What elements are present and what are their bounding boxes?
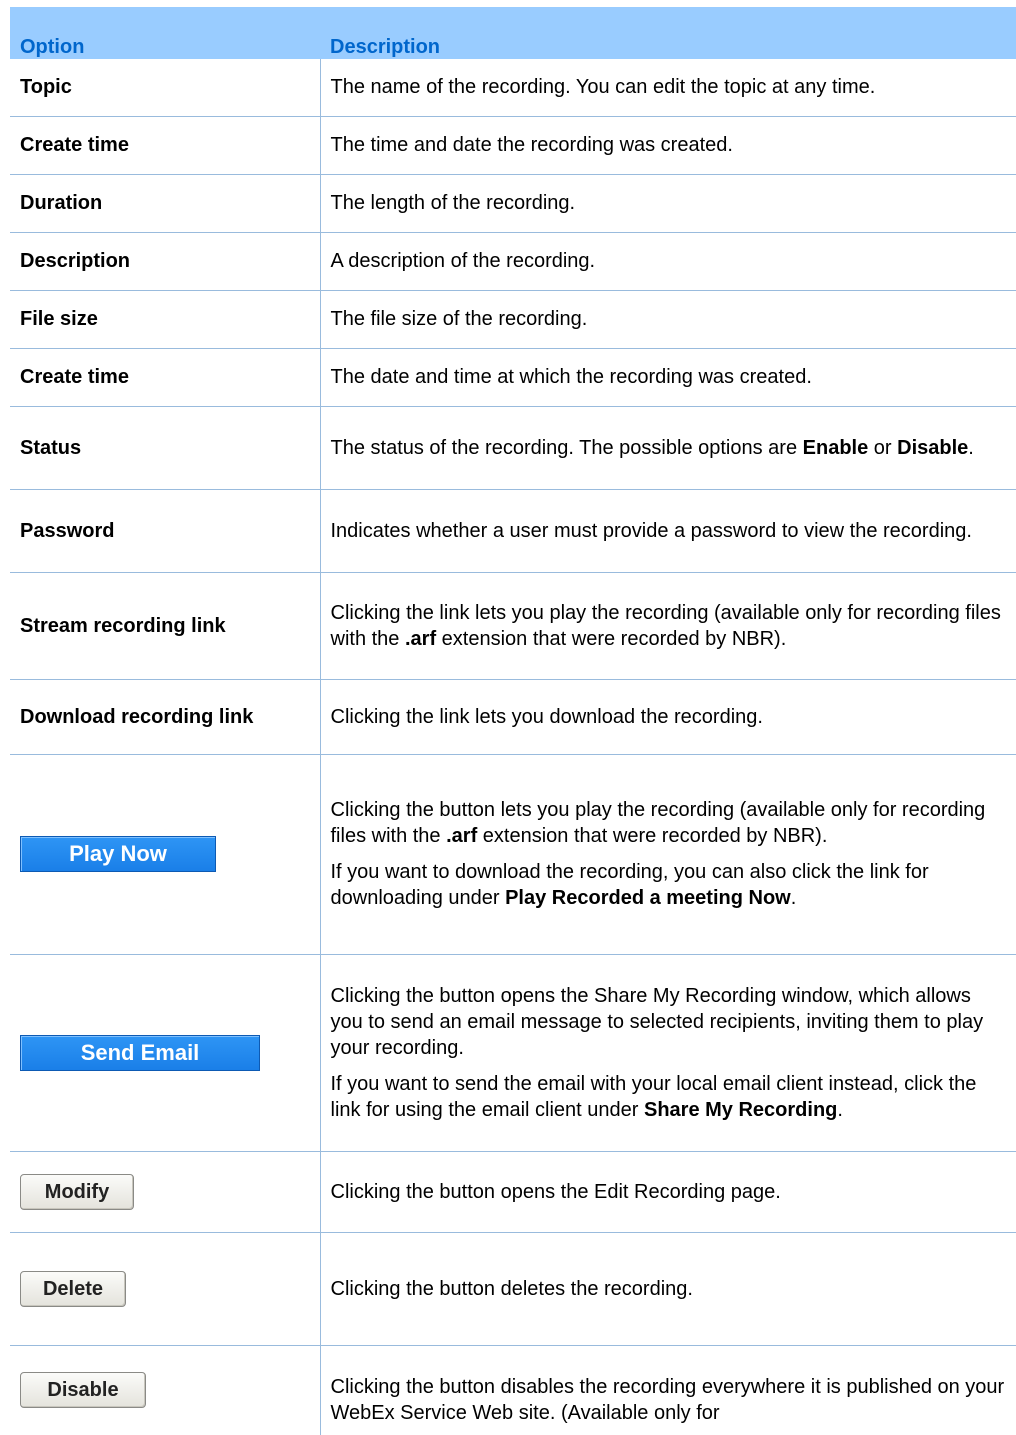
table-row: Disable Clicking the button disables the… xyxy=(10,1345,1016,1435)
desc-bold-link: Play Recorded a meeting Now xyxy=(505,887,791,909)
desc-text: . xyxy=(790,887,797,909)
table-row: Send Email Clicking the button opens the… xyxy=(10,954,1016,1152)
description-cell: The file size of the recording. xyxy=(320,290,1016,349)
table-row: Delete Clicking the button deletes the r… xyxy=(10,1232,1016,1346)
header-description: Description xyxy=(320,7,1016,59)
option-create-time-2: Create time xyxy=(10,348,321,407)
option-stream-recording-link: Stream recording link xyxy=(10,572,321,680)
description-cell: Clicking the button disables the recordi… xyxy=(330,1375,1005,1424)
table-row: Duration The length of the recording. xyxy=(10,174,1016,233)
table-row: Modify Clicking the button opens the Edi… xyxy=(10,1151,1016,1233)
option-file-size: File size xyxy=(10,290,321,349)
desc-text: extension that were recorded by NBR). xyxy=(436,627,787,650)
description-cell: Indicates whether a user must provide a … xyxy=(320,489,1016,573)
description-cell: Clicking the button opens the Edit Recor… xyxy=(320,1151,1016,1233)
description-cell: Clicking the button deletes the recordin… xyxy=(320,1232,1016,1346)
table-row: Description A description of the recordi… xyxy=(10,232,1016,291)
description-cell: Clicking the link lets you play the reco… xyxy=(320,572,1016,680)
option-disable: Disable xyxy=(10,1345,321,1435)
table-row: Download recording link Clicking the lin… xyxy=(10,679,1016,755)
disable-button[interactable]: Disable xyxy=(20,1371,146,1408)
desc-text: or xyxy=(868,436,898,459)
table-row: Create time The date and time at which t… xyxy=(10,348,1016,407)
modify-button[interactable]: Modify xyxy=(20,1173,134,1210)
table-row: Play Now Clicking the button lets you pl… xyxy=(10,754,1016,955)
header-option: Option xyxy=(10,7,320,59)
desc-bold-arf: .arf xyxy=(404,627,437,650)
desc-paragraph: Clicking the button lets you play the re… xyxy=(331,797,1009,849)
desc-bold-link: Share My Recording xyxy=(644,1098,838,1121)
desc-bold-disable: Disable xyxy=(897,436,969,459)
option-send-email: Send Email xyxy=(10,954,321,1152)
delete-button[interactable]: Delete xyxy=(20,1270,126,1307)
desc-text: . xyxy=(837,1098,843,1121)
table-row: File size The file size of the recording… xyxy=(10,290,1016,349)
desc-text: . xyxy=(968,436,974,459)
options-table-page: Option Description Topic The name of the… xyxy=(10,7,1016,1435)
desc-bold-arf: .arf xyxy=(446,825,478,847)
option-password: Password xyxy=(10,489,321,573)
option-duration: Duration xyxy=(10,174,321,233)
table-row: Stream recording link Clicking the link … xyxy=(10,572,1016,680)
description-cell: The time and date the recording was crea… xyxy=(320,116,1016,175)
option-create-time: Create time xyxy=(10,116,321,175)
desc-paragraph: Clicking the button opens the Share My R… xyxy=(330,984,984,1059)
table-row: Password Indicates whether a user must p… xyxy=(10,489,1016,573)
option-modify: Modify xyxy=(10,1151,321,1233)
desc-bold-enable: Enable xyxy=(802,436,869,459)
description-cell: Clicking the button opens the Share My R… xyxy=(320,954,1016,1152)
desc-text: extension that were recorded by NBR). xyxy=(477,825,828,847)
description-cell: A description of the recording. xyxy=(320,232,1016,291)
play-now-button[interactable]: Play Now xyxy=(20,836,216,872)
table-row: Create time The time and date the record… xyxy=(10,116,1016,175)
description-cell: The length of the recording. xyxy=(320,174,1016,233)
desc-text: The status of the recording. The possibl… xyxy=(330,436,803,459)
option-description: Description xyxy=(10,232,321,291)
option-download-recording-link: Download recording link xyxy=(10,679,321,755)
option-topic: Topic xyxy=(10,59,321,117)
option-play-now: Play Now xyxy=(10,754,321,955)
table-row: Status The status of the recording. The … xyxy=(10,406,1016,490)
desc-paragraph: If you want to download the recording, y… xyxy=(331,859,1009,911)
send-email-button[interactable]: Send Email xyxy=(20,1034,260,1071)
description-cell: The status of the recording. The possibl… xyxy=(320,406,1016,490)
desc-paragraph: If you want to send the email with your … xyxy=(331,1071,1009,1123)
options-table: Option Description Topic The name of the… xyxy=(10,7,1016,1435)
table-row: Topic The name of the recording. You can… xyxy=(10,59,1016,117)
description-cell: Clicking the link lets you download the … xyxy=(320,679,1016,755)
description-cell: The name of the recording. You can edit … xyxy=(320,59,1016,117)
description-cell: The date and time at which the recording… xyxy=(320,348,1016,407)
description-cell: Clicking the button lets you play the re… xyxy=(320,754,1016,955)
table-header-row: Option Description xyxy=(10,7,1016,59)
option-status: Status xyxy=(10,406,321,490)
option-delete: Delete xyxy=(10,1232,321,1346)
